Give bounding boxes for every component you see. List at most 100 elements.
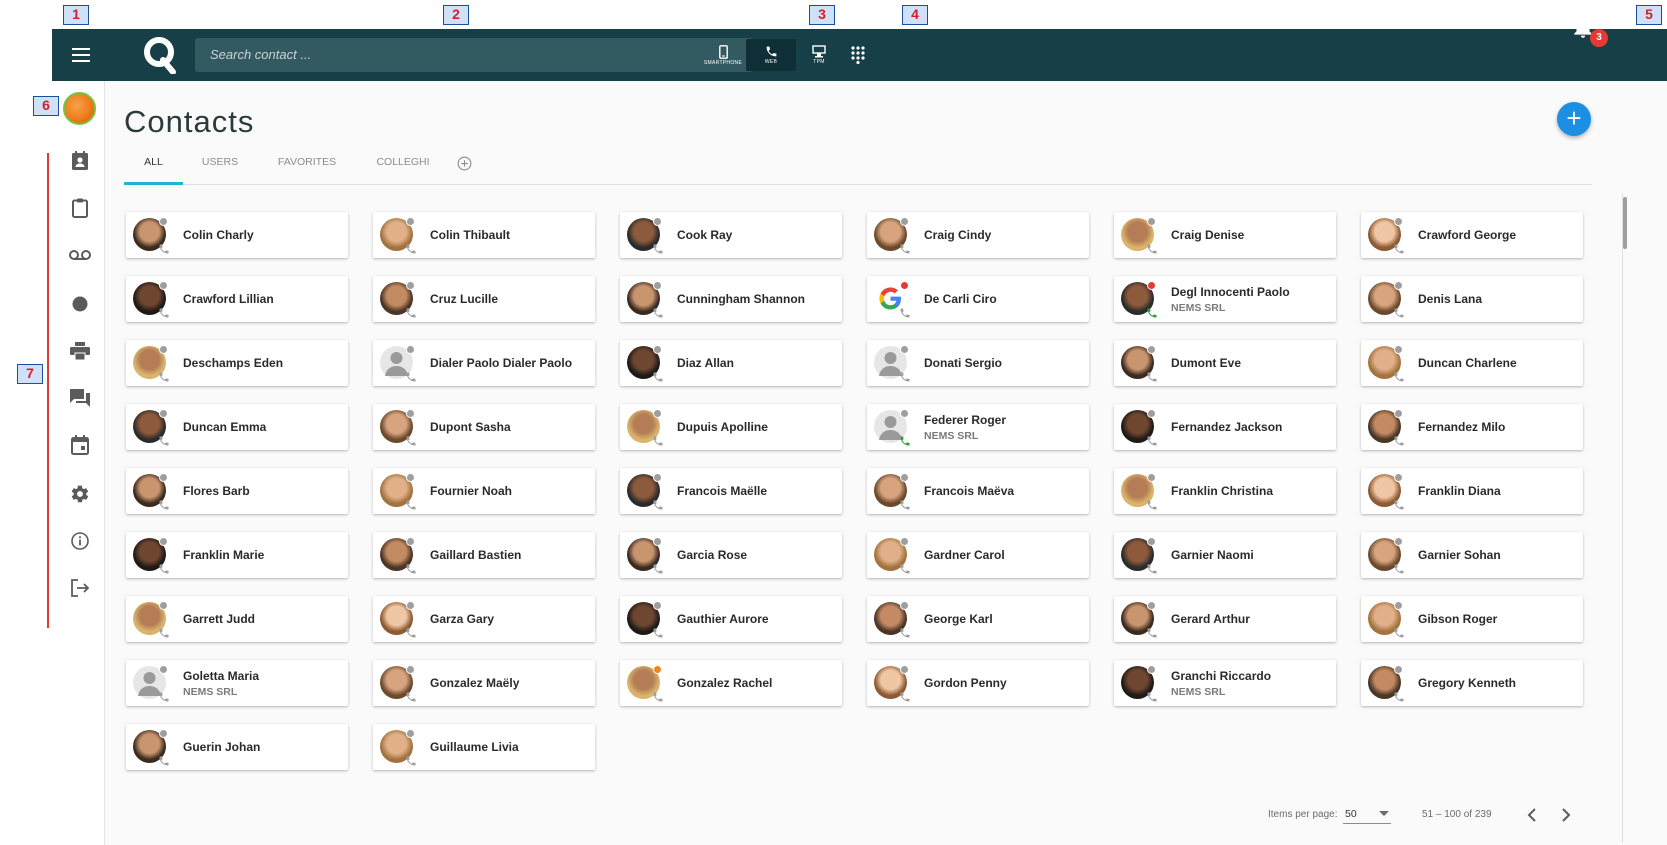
contact-avatar xyxy=(627,665,663,702)
contact-card[interactable]: Craig Denise xyxy=(1114,212,1336,258)
contact-card[interactable]: George Karl xyxy=(867,596,1089,642)
contact-card[interactable]: Cunningham Shannon xyxy=(620,276,842,322)
user-avatar[interactable] xyxy=(63,92,96,125)
calendar-icon[interactable] xyxy=(66,431,94,459)
contact-avatar xyxy=(133,473,169,510)
contact-card[interactable]: Gibson Roger xyxy=(1361,596,1583,642)
contact-card[interactable]: Gerard Arthur xyxy=(1114,596,1336,642)
chat-icon[interactable] xyxy=(66,384,94,412)
contact-card[interactable]: Franklin Christina xyxy=(1114,468,1336,514)
add-tab-icon[interactable] xyxy=(457,156,472,171)
contact-card[interactable]: Garza Gary xyxy=(373,596,595,642)
logo-icon[interactable] xyxy=(140,29,180,81)
contact-card[interactable]: Duncan Emma xyxy=(126,404,348,450)
phone-status-icon xyxy=(1146,434,1158,446)
contact-card[interactable]: Craig Cindy xyxy=(867,212,1089,258)
items-per-page-select[interactable]: 50 xyxy=(1343,802,1391,824)
next-page-icon[interactable] xyxy=(1561,807,1571,823)
contact-avatar xyxy=(1368,537,1404,574)
info-icon[interactable] xyxy=(66,527,94,555)
phone-status-icon xyxy=(1393,434,1405,446)
contact-avatar xyxy=(380,217,416,254)
contact-card[interactable]: Garcia Rose xyxy=(620,532,842,578)
contact-card[interactable]: Cook Ray xyxy=(620,212,842,258)
contact-company: NEMS SRL xyxy=(1171,302,1226,314)
logout-icon[interactable] xyxy=(66,574,94,602)
contact-avatar xyxy=(1368,665,1404,702)
contact-card[interactable]: De Carli Ciro xyxy=(867,276,1089,322)
contact-name: Dupuis Apolline xyxy=(677,420,768,434)
contact-card[interactable]: Degl Innocenti Paolo NEMS SRL xyxy=(1114,276,1336,322)
contact-card[interactable]: Dupuis Apolline xyxy=(620,404,842,450)
contact-card[interactable]: Francois Maëva xyxy=(867,468,1089,514)
contact-card[interactable]: Gaillard Bastien xyxy=(373,532,595,578)
contact-card[interactable]: Franklin Diana xyxy=(1361,468,1583,514)
contact-card[interactable]: Colin Thibault xyxy=(373,212,595,258)
contact-card[interactable]: Fernandez Jackson xyxy=(1114,404,1336,450)
contact-card[interactable]: Deschamps Eden xyxy=(126,340,348,386)
contact-card[interactable]: Denis Lana xyxy=(1361,276,1583,322)
contact-card[interactable]: Garnier Naomi xyxy=(1114,532,1336,578)
contact-name: Garrett Judd xyxy=(183,612,256,626)
menu-icon[interactable] xyxy=(66,29,96,81)
phone-status-icon xyxy=(1393,306,1405,318)
search-input[interactable]: Search contact ... xyxy=(195,38,753,72)
contact-card[interactable]: Franklin Marie xyxy=(126,532,348,578)
contact-card[interactable]: Diaz Allan xyxy=(620,340,842,386)
contact-card[interactable]: Federer Roger NEMS SRL xyxy=(867,404,1089,450)
scrollbar-thumb[interactable] xyxy=(1623,197,1627,249)
tab-colleghi[interactable]: COLLEGHI xyxy=(357,150,449,185)
contact-card[interactable]: Garrett Judd xyxy=(126,596,348,642)
contact-card[interactable]: Gauthier Aurore xyxy=(620,596,842,642)
contact-card[interactable]: Gonzalez Rachel xyxy=(620,660,842,706)
contact-avatar xyxy=(627,409,663,446)
contact-card[interactable]: Goletta Maria NEMS SRL xyxy=(126,660,348,706)
tab-all[interactable]: ALL xyxy=(124,150,183,185)
contact-company: NEMS SRL xyxy=(183,686,238,698)
contact-card[interactable]: Granchi Riccardo NEMS SRL xyxy=(1114,660,1336,706)
presence-dot xyxy=(1147,473,1156,482)
contact-name: Gerard Arthur xyxy=(1171,612,1250,626)
device-smartphone[interactable]: SMARTPHONE xyxy=(698,39,748,71)
contact-card[interactable]: Flores Barb xyxy=(126,468,348,514)
contact-card[interactable]: Crawford George xyxy=(1361,212,1583,258)
presence-dot xyxy=(406,345,415,354)
phone-status-icon xyxy=(405,690,417,702)
contact-card[interactable]: Gregory Kenneth xyxy=(1361,660,1583,706)
contacts-icon[interactable] xyxy=(66,147,94,175)
device-tpm[interactable]: TPM xyxy=(794,39,844,71)
contact-card[interactable]: Guillaume Livia xyxy=(373,724,595,770)
contact-card[interactable]: Fernandez Milo xyxy=(1361,404,1583,450)
contact-card[interactable]: Gardner Carol xyxy=(867,532,1089,578)
annotation-marker: 4 xyxy=(902,5,928,25)
print-icon[interactable] xyxy=(66,337,94,365)
contact-card[interactable]: Garnier Sohan xyxy=(1361,532,1583,578)
contact-card[interactable]: Duncan Charlene xyxy=(1361,340,1583,386)
clipboard-icon[interactable] xyxy=(66,194,94,222)
settings-icon[interactable] xyxy=(66,480,94,508)
phone-status-icon xyxy=(1393,242,1405,254)
contact-card[interactable]: Dialer Paolo Dialer Paolo xyxy=(373,340,595,386)
add-contact-button[interactable]: + xyxy=(1557,102,1591,136)
tab-users[interactable]: USERS xyxy=(183,150,257,185)
voicemail-icon[interactable] xyxy=(66,241,94,269)
record-icon[interactable] xyxy=(66,290,94,318)
previous-page-icon[interactable] xyxy=(1527,807,1537,823)
contact-card[interactable]: Donati Sergio xyxy=(867,340,1089,386)
contact-card[interactable]: Francois Maëlle xyxy=(620,468,842,514)
contact-card[interactable]: Gordon Penny xyxy=(867,660,1089,706)
tab-favorites[interactable]: FAVORITES xyxy=(257,150,357,185)
presence-dot xyxy=(406,665,415,674)
presence-dot xyxy=(1394,281,1403,290)
contact-card[interactable]: Dumont Eve xyxy=(1114,340,1336,386)
contact-name: Gardner Carol xyxy=(924,548,1005,562)
dialpad-icon[interactable] xyxy=(843,29,873,81)
contact-card[interactable]: Crawford Lillian xyxy=(126,276,348,322)
contact-card[interactable]: Colin Charly xyxy=(126,212,348,258)
contact-card[interactable]: Cruz Lucille xyxy=(373,276,595,322)
contact-card[interactable]: Guerin Johan xyxy=(126,724,348,770)
contact-card[interactable]: Dupont Sasha xyxy=(373,404,595,450)
contact-card[interactable]: Fournier Noah xyxy=(373,468,595,514)
contact-card[interactable]: Gonzalez Maëly xyxy=(373,660,595,706)
device-web[interactable]: WEB xyxy=(746,39,796,71)
